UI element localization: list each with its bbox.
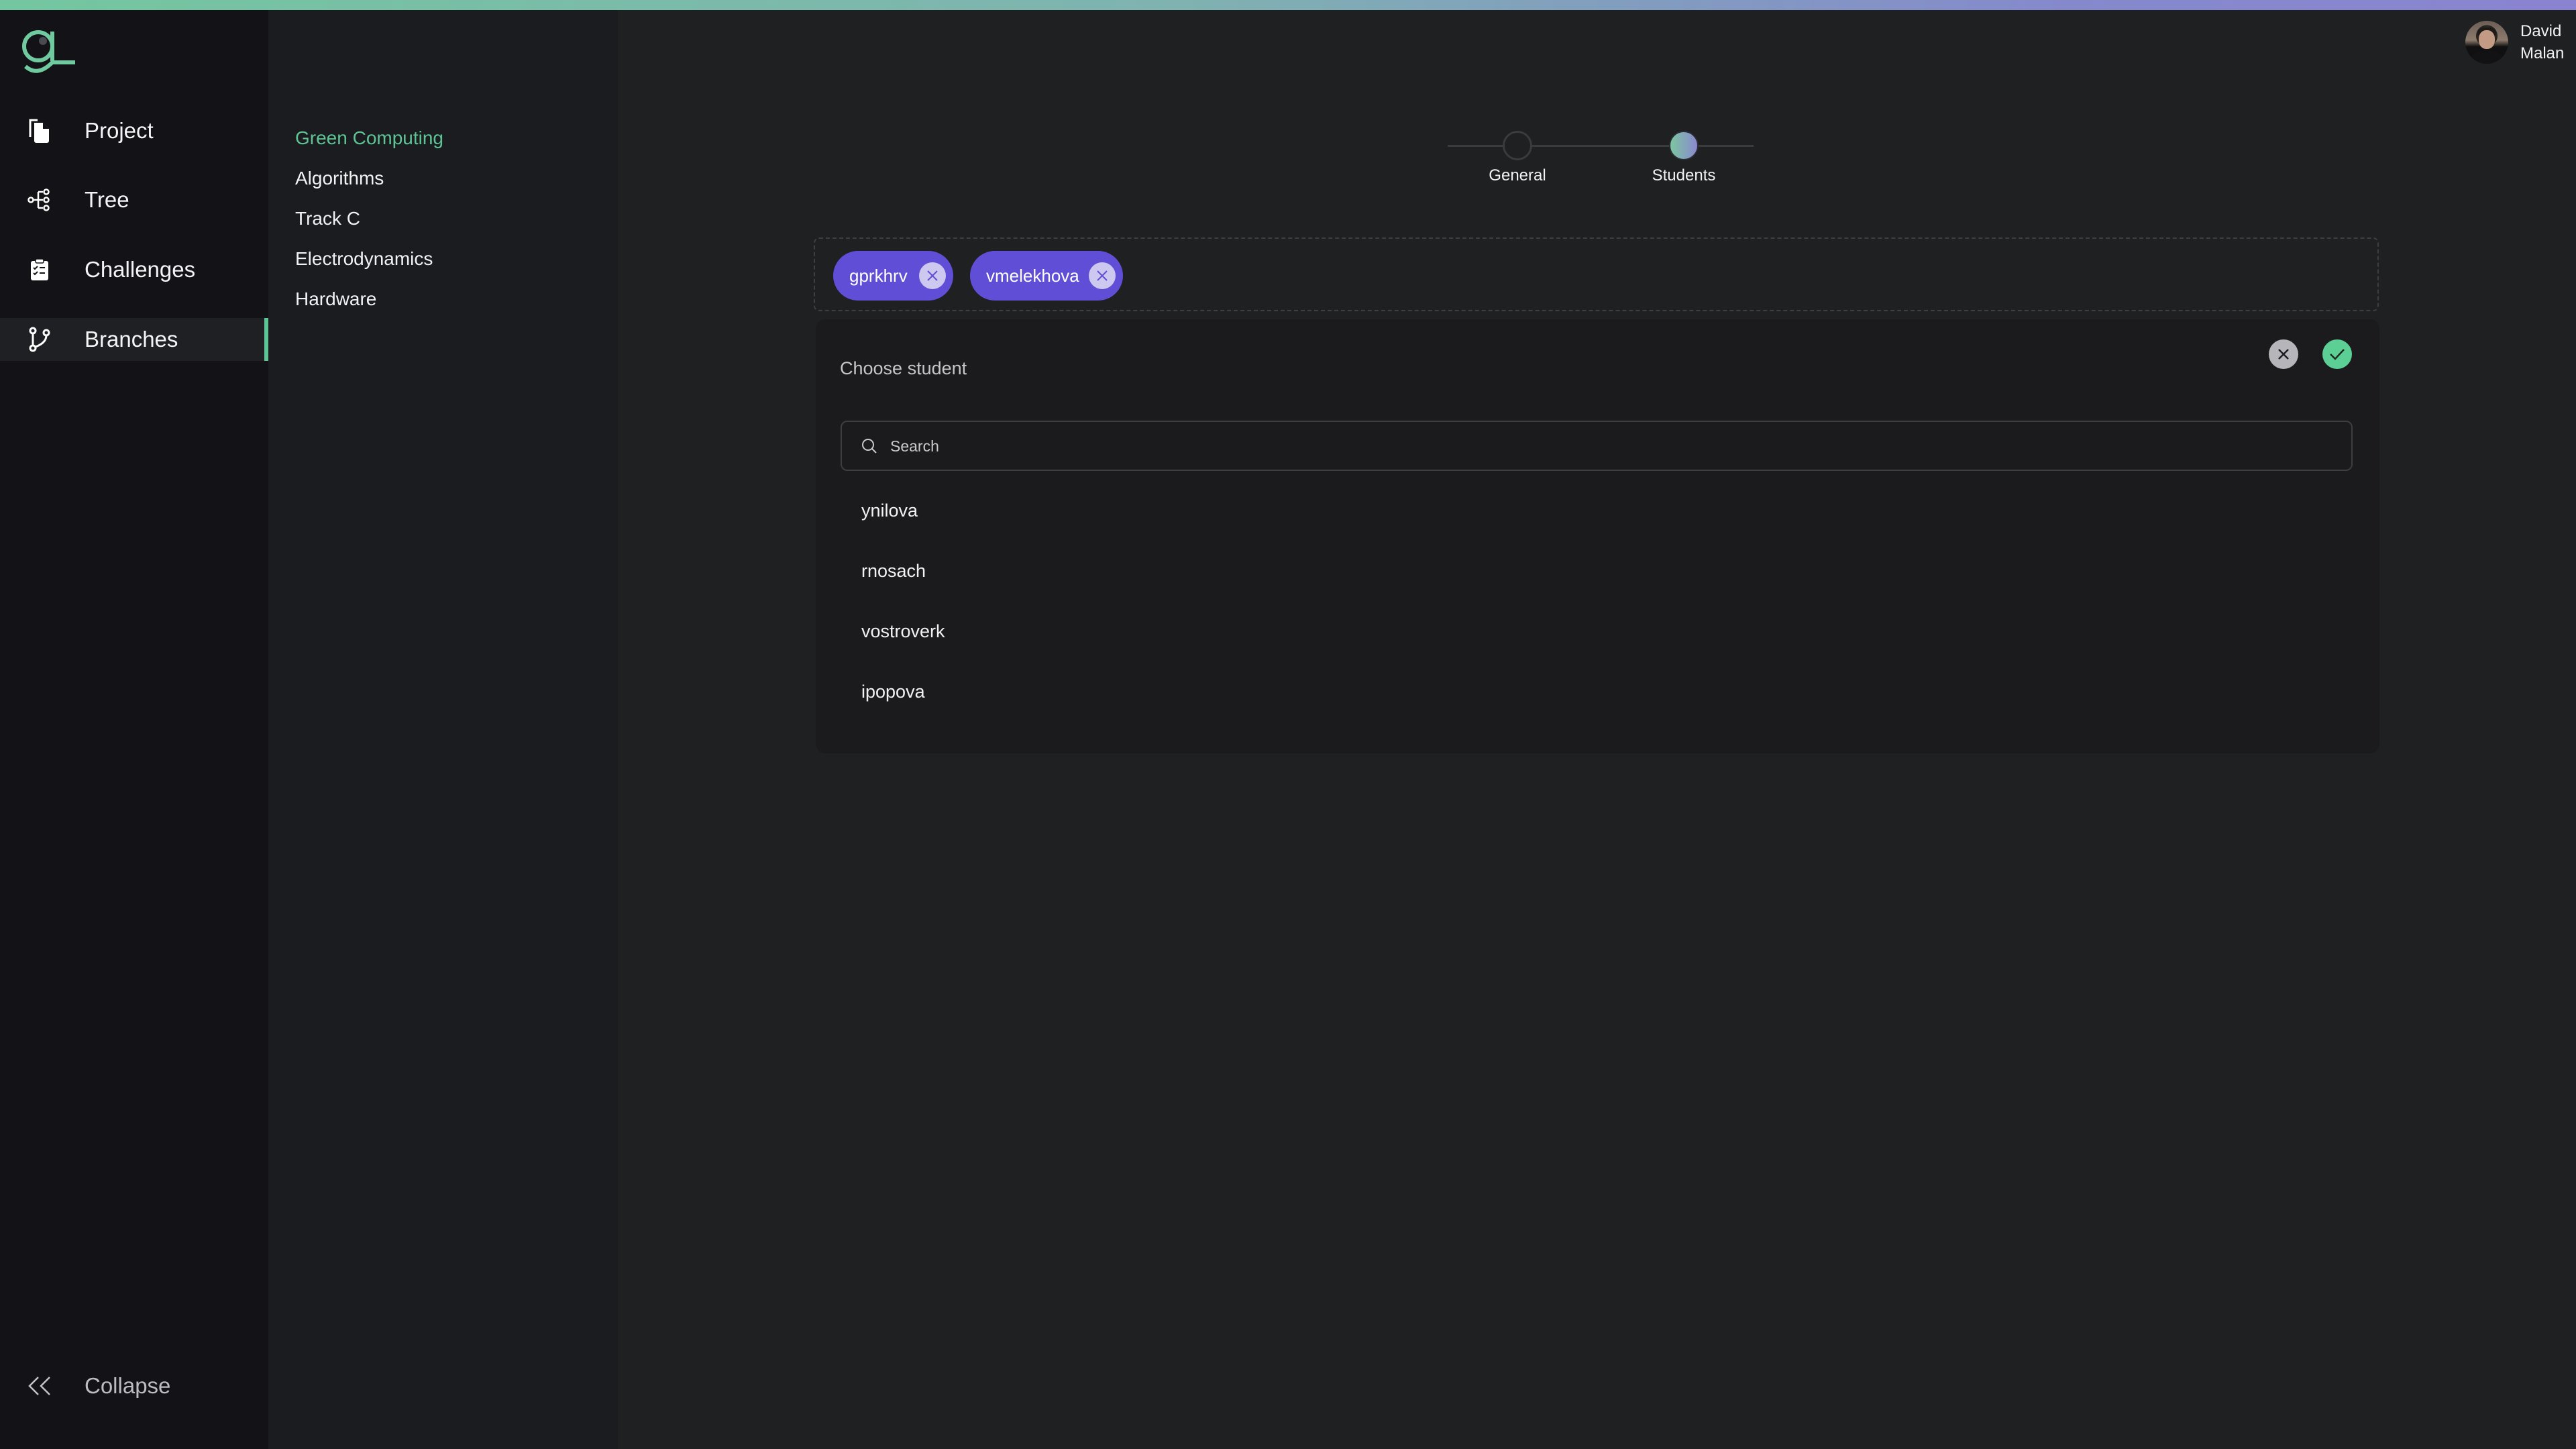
confirm-button[interactable] xyxy=(2322,339,2352,369)
student-option[interactable]: ipopova xyxy=(861,661,2337,722)
cancel-button[interactable] xyxy=(2269,339,2298,369)
panel-title: Choose student xyxy=(840,358,967,378)
student-search-field xyxy=(841,421,2353,471)
student-chip: vmelekhova xyxy=(970,251,1123,301)
chip-label: gprkhrv xyxy=(849,265,908,286)
document-copy-icon xyxy=(27,118,52,144)
stepper-track xyxy=(1448,145,1754,147)
student-option[interactable]: ynilova xyxy=(861,480,2337,541)
sidebar-item-tree[interactable]: Tree xyxy=(0,178,268,221)
app-logo-icon[interactable] xyxy=(19,28,75,76)
close-icon xyxy=(1097,270,1108,281)
close-icon xyxy=(927,270,938,281)
step-general-label: General xyxy=(1489,166,1546,184)
avatar-face xyxy=(2479,30,2495,49)
student-chip: gprkhrv xyxy=(833,251,953,301)
tree-icon xyxy=(27,187,52,213)
sidebar-item-label: Tree xyxy=(85,187,129,212)
search-icon xyxy=(862,439,877,453)
step-students-indicator[interactable] xyxy=(1669,131,1699,160)
student-option[interactable]: vostroverk xyxy=(861,601,2337,661)
student-options-list[interactable]: ynilova rnosach vostroverk ipopova xyxy=(816,480,2379,733)
sidebar-item-label: Branches xyxy=(85,327,178,352)
avatar-body xyxy=(2469,50,2504,64)
user-name[interactable]: David Malan xyxy=(2520,20,2564,64)
remove-chip-button[interactable] xyxy=(1089,262,1116,289)
branch-item-electrodynamics[interactable]: Electrodynamics xyxy=(295,248,433,270)
branch-item-green-computing[interactable]: Green Computing xyxy=(295,127,443,150)
sidebar-item-label: Challenges xyxy=(85,257,196,282)
sidebar-item-label: Project xyxy=(85,118,154,143)
student-option-clipped[interactable] xyxy=(861,722,2337,733)
primary-sidebar xyxy=(0,10,268,1449)
branch-item-hardware[interactable]: Hardware xyxy=(295,288,376,311)
collapse-label: Collapse xyxy=(85,1373,171,1398)
user-last-name: Malan xyxy=(2520,44,2565,62)
student-option[interactable]: rnosach xyxy=(861,541,2337,601)
git-branch-icon xyxy=(27,327,52,352)
user-first-name: David xyxy=(2520,22,2562,40)
sidebar-item-project[interactable]: Project xyxy=(0,109,268,152)
choose-student-panel: Choose student ynilova rnosach vostrover… xyxy=(816,319,2379,753)
clipboard-checklist-icon xyxy=(27,257,52,282)
sidebar-item-challenges[interactable]: Challenges xyxy=(0,248,268,291)
sidebar-item-branches[interactable]: Branches xyxy=(0,318,268,361)
branch-item-algorithms[interactable]: Algorithms xyxy=(295,167,384,190)
student-search-input[interactable] xyxy=(889,422,2334,471)
top-gradient-bar xyxy=(0,0,2576,10)
checkmark-icon xyxy=(2330,349,2345,360)
close-icon xyxy=(2278,349,2289,360)
step-general-indicator[interactable] xyxy=(1503,131,1532,160)
user-avatar[interactable] xyxy=(2465,21,2508,64)
double-chevron-left-icon xyxy=(27,1373,52,1399)
collapse-sidebar-button[interactable]: Collapse xyxy=(0,1366,268,1406)
branch-item-track-c[interactable]: Track C xyxy=(295,207,360,230)
chip-label: vmelekhova xyxy=(986,265,1079,286)
step-students-label: Students xyxy=(1652,166,1716,184)
remove-chip-button[interactable] xyxy=(919,262,946,289)
